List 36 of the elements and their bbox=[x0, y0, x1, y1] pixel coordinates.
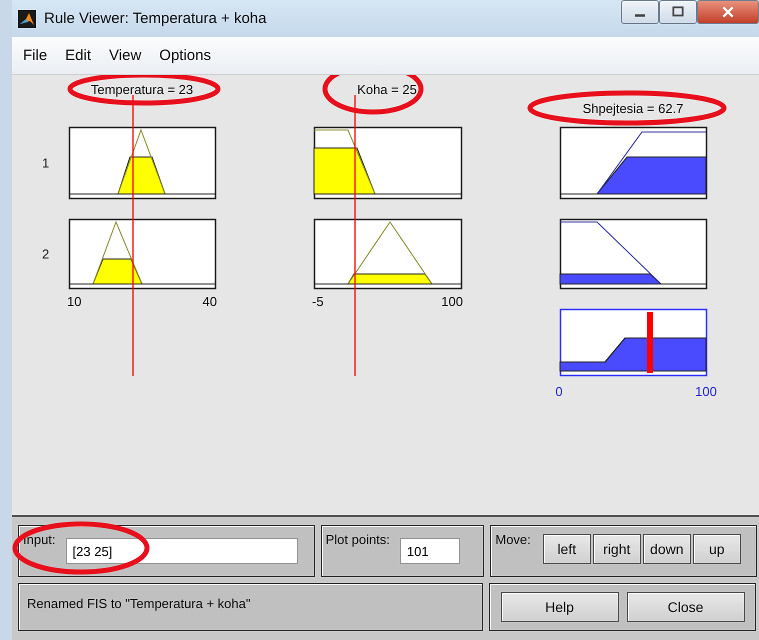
move-button[interactable]: right bbox=[592, 534, 641, 564]
help-button[interactable]: Help bbox=[500, 592, 618, 622]
input-value-line[interactable] bbox=[354, 95, 356, 376]
move-button[interactable]: left bbox=[542, 534, 591, 564]
menu-item[interactable]: View bbox=[100, 47, 150, 64]
move-button[interactable]: down bbox=[642, 534, 691, 564]
status-message: Renamed FIS to "Temperatura + koha" bbox=[27, 596, 250, 611]
maximize-button[interactable] bbox=[659, 0, 697, 24]
axis-tick-label: 0 bbox=[555, 384, 563, 399]
move-label: Move: bbox=[495, 532, 531, 547]
axis-tick-label: 100 bbox=[695, 384, 717, 399]
variable-label: Temperatura = 23 bbox=[90, 82, 194, 97]
axis-tick-label: 100 bbox=[441, 294, 463, 309]
input-field[interactable]: [23 25] bbox=[66, 538, 298, 564]
input-value-line[interactable] bbox=[132, 95, 134, 376]
maximize-icon bbox=[671, 6, 685, 18]
app-icon bbox=[18, 10, 36, 28]
menu-item[interactable]: Edit bbox=[56, 47, 100, 64]
minimize-icon bbox=[635, 14, 645, 16]
variable-label: Shpejtesia = 62.7 bbox=[582, 101, 684, 116]
close-button[interactable]: Close bbox=[626, 592, 744, 622]
minimize-button[interactable] bbox=[621, 0, 659, 24]
plot-points-label: Plot points: bbox=[326, 532, 390, 547]
rule-number: 1 bbox=[42, 156, 50, 170]
menu-item[interactable]: Options bbox=[150, 47, 220, 64]
rule-number: 2 bbox=[42, 246, 50, 262]
axis-tick-label: -5 bbox=[312, 294, 324, 309]
window-title: Rule Viewer: Temperatura + koha bbox=[44, 10, 266, 27]
axis-tick-label: 10 bbox=[67, 294, 82, 309]
variable-label: Koha = 25 bbox=[357, 82, 417, 97]
move-button[interactable]: up bbox=[692, 534, 741, 564]
close-button[interactable] bbox=[697, 0, 759, 24]
plot-points-field[interactable]: 101 bbox=[400, 538, 460, 564]
close-icon bbox=[721, 6, 735, 18]
axis-tick-label: 40 bbox=[202, 294, 217, 309]
menu-item[interactable]: File bbox=[14, 47, 56, 64]
